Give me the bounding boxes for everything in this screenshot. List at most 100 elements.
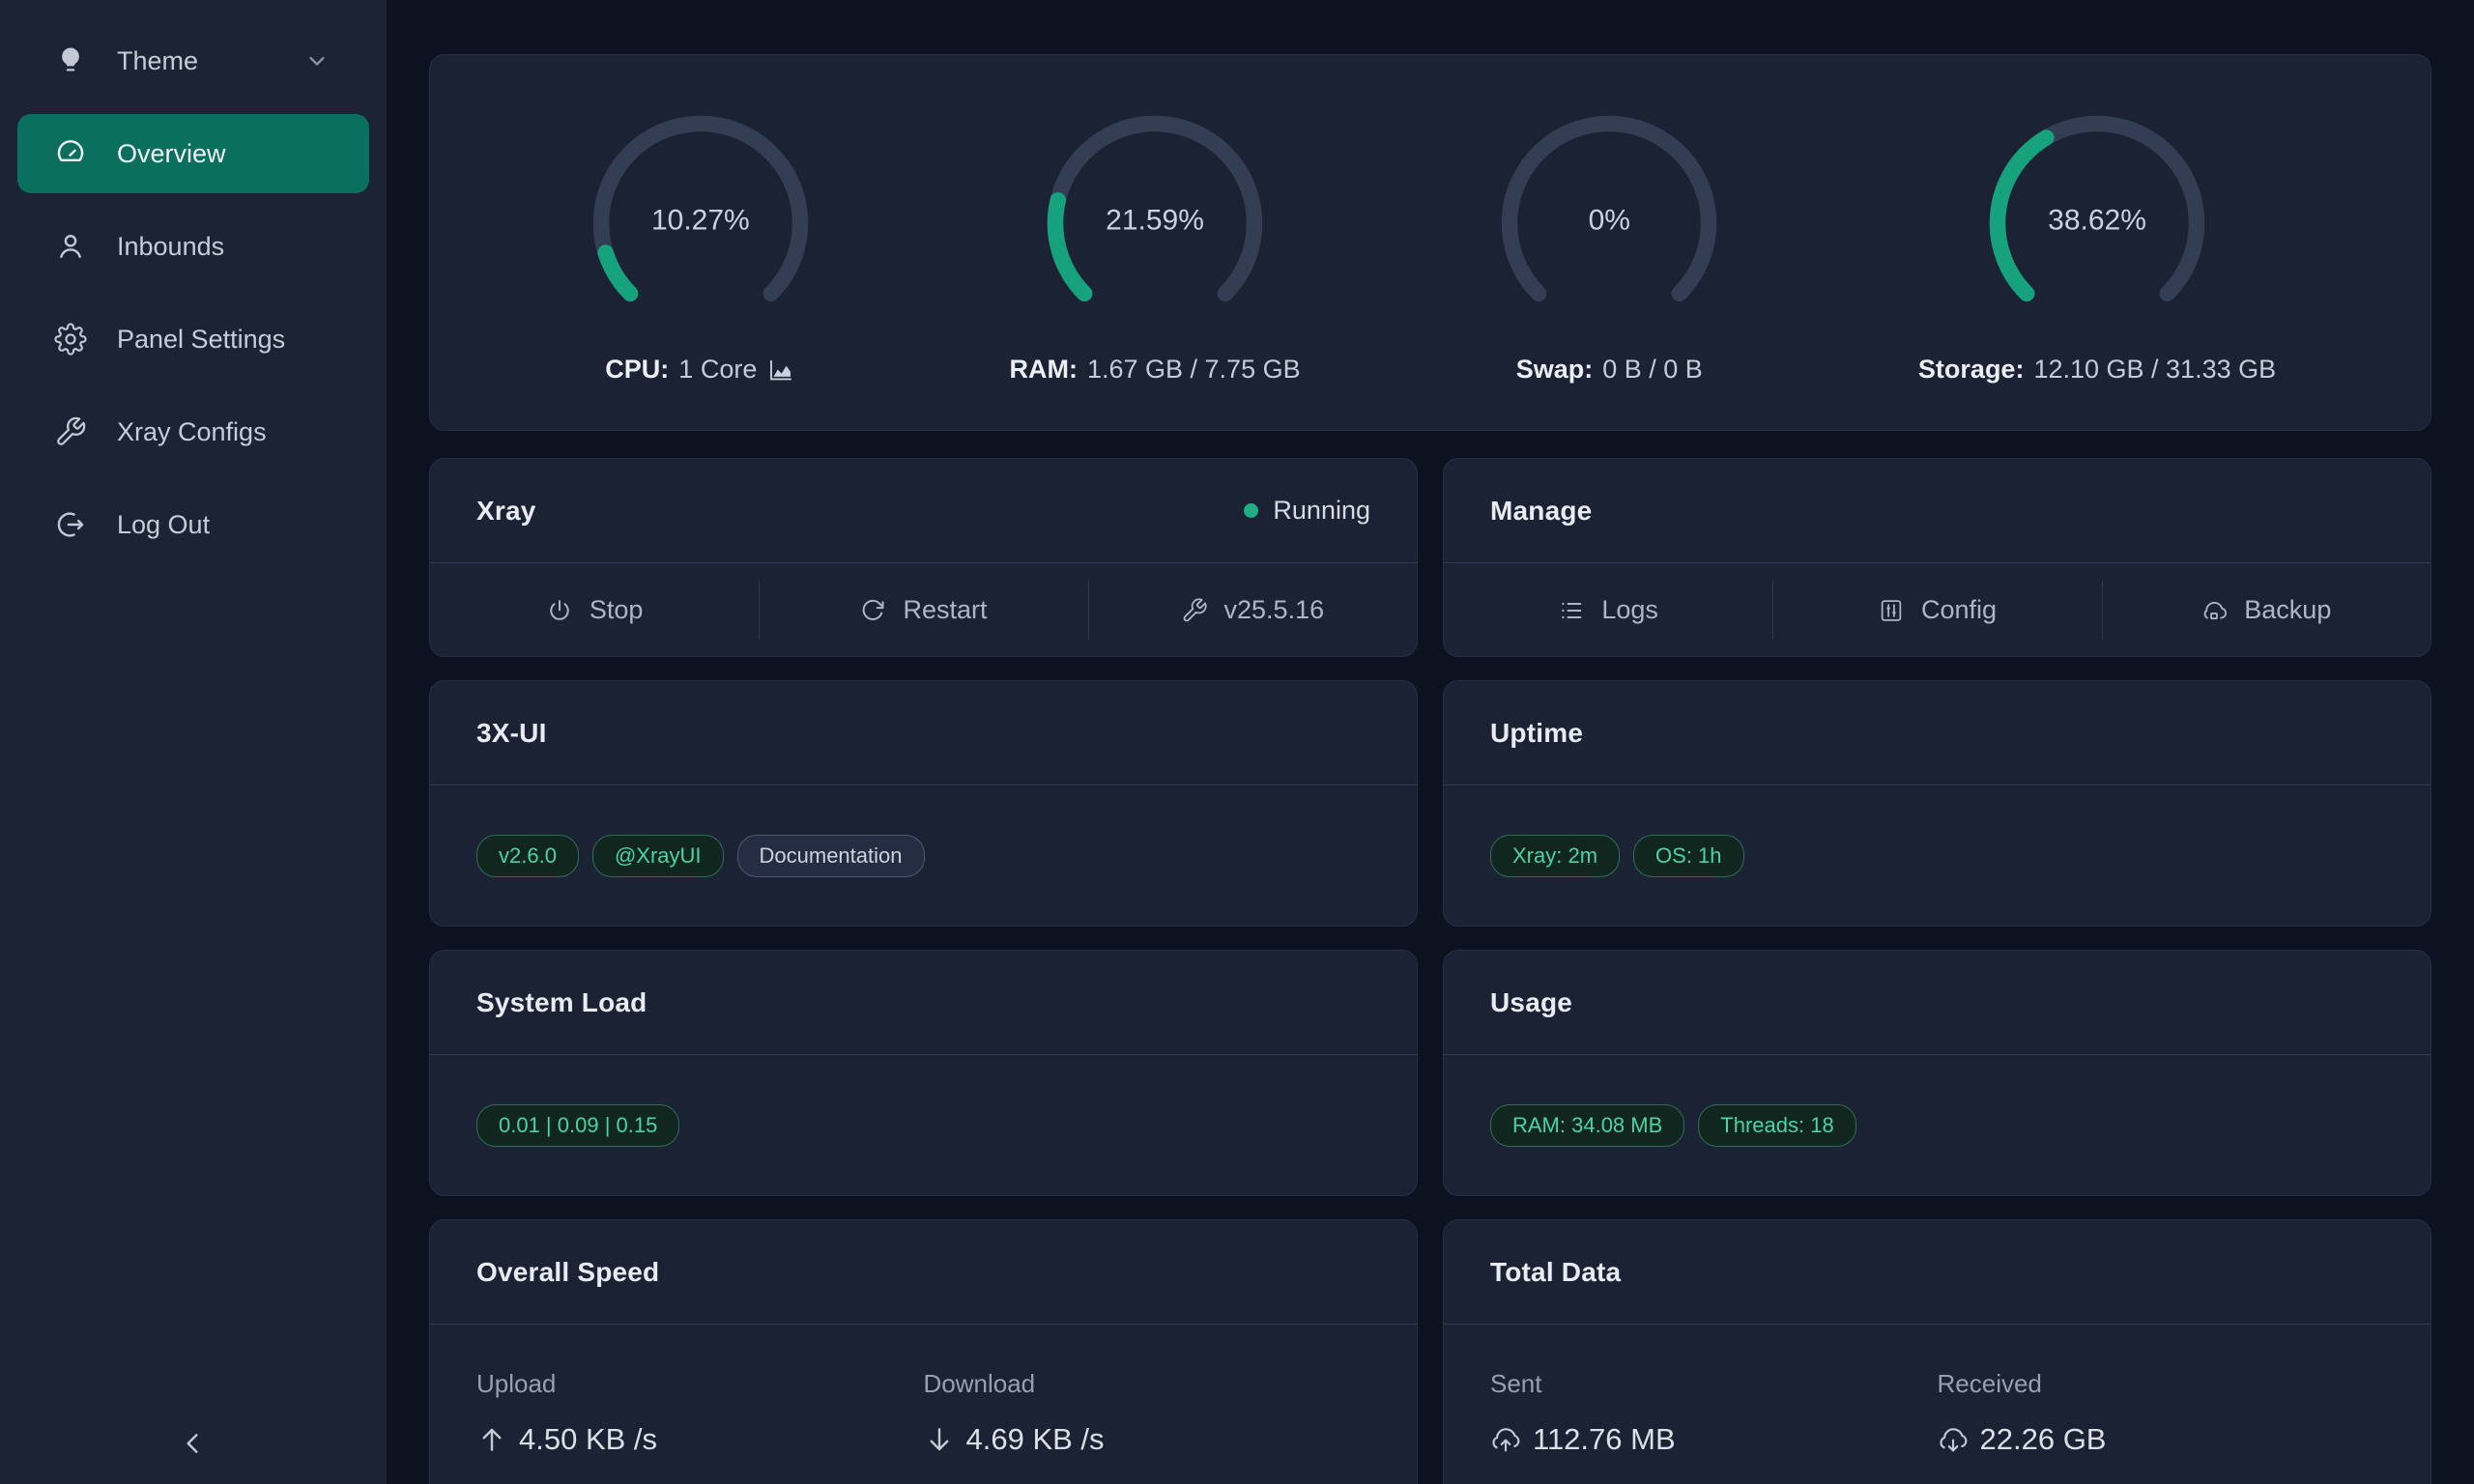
wrench-icon: [54, 415, 87, 448]
gauge-percent: 21.59%: [1039, 204, 1271, 237]
gauge-percent: 10.27%: [585, 204, 817, 237]
cloud-save-icon: [2201, 597, 2228, 624]
xray-card: Xray Running Stop Restart v25.5.16: [429, 458, 1418, 657]
gauge-label: RAM: 1.67 GB / 7.75 GB: [1009, 355, 1300, 385]
gauge-dial: 21.59%: [1039, 107, 1271, 339]
manage-logs-button[interactable]: Logs: [1444, 563, 1772, 657]
tag-documentation[interactable]: Documentation: [737, 835, 925, 877]
gauge-dial: 10.27%: [585, 107, 817, 339]
action-label: Logs: [1601, 595, 1658, 625]
three-x-ui-tags: v2.6.0 @XrayUI Documentation: [430, 785, 1417, 927]
gauges-row: 10.27% CPU: 1 Core 21.59% RAM: 1.67 GB / 7.…: [430, 55, 2431, 385]
overall-speed-card: Overall Speed Upload 4.50 KB /sDownload4.…: [429, 1219, 1418, 1484]
tag-ram-34-08-mb: RAM: 34.08 MB: [1490, 1104, 1684, 1147]
arrow-up-icon: [476, 1424, 507, 1455]
action-label: Restart: [903, 595, 987, 625]
stat-received: Received 22.26 GB: [1938, 1369, 2385, 1457]
stat-label: Sent: [1490, 1369, 1938, 1399]
gauge-cpu: 10.27% CPU: 1 Core: [585, 107, 817, 385]
gauge-storage: 38.62%Storage: 12.10 GB / 31.33 GB: [1918, 107, 2276, 385]
status-dot-icon: [1244, 503, 1258, 518]
action-label: Stop: [590, 595, 644, 625]
gauge-dial: 38.62%: [1981, 107, 2213, 339]
wrench-icon: [1181, 597, 1208, 624]
overall-speed-card-title: Overall Speed: [476, 1257, 659, 1288]
manage-actions-row: Logs Config Backup: [1444, 563, 2431, 657]
stat-value: 4.69 KB /s: [924, 1422, 1371, 1457]
sidebar-item-label: Theme: [117, 46, 303, 76]
gauge-percent: 38.62%: [1981, 204, 2213, 237]
three-x-ui-card-title: 3X-UI: [476, 718, 547, 749]
xray-card-header: Xray Running: [430, 459, 1417, 563]
arrow-down-icon: [924, 1424, 955, 1455]
gauge-swap: 0% Swap: 0 B / 0 B: [1493, 107, 1725, 385]
gauge-percent: 0%: [1493, 204, 1725, 237]
action-label: v25.5.16: [1224, 595, 1325, 625]
tag-0-01-0-09-0-15: 0.01 | 0.09 | 0.15: [476, 1104, 679, 1147]
sidebar-item-label: Overview: [117, 139, 331, 169]
restart-icon: [859, 597, 886, 624]
tag-v2-6-0[interactable]: v2.6.0: [476, 835, 579, 877]
sidebar-item-panel-settings[interactable]: Panel Settings: [17, 300, 369, 379]
gauge-label: CPU: 1 Core: [605, 355, 795, 385]
action-label: Backup: [2244, 595, 2331, 625]
main-content: 10.27% CPU: 1 Core 21.59% RAM: 1.67 GB / 7.…: [387, 0, 2474, 1484]
overall-speed-card-header: Overall Speed: [430, 1220, 1417, 1325]
usage-card: Usage RAM: 34.08 MB Threads: 18: [1443, 950, 2431, 1196]
uptime-tags: Xray: 2m OS: 1h: [1444, 785, 2431, 927]
sidebar-item-inbounds[interactable]: Inbounds: [17, 207, 369, 286]
cloud-download-icon: [1938, 1424, 1969, 1455]
sidebar-item-theme[interactable]: Theme: [17, 21, 369, 100]
uptime-card-header: Uptime: [1444, 681, 2431, 785]
uptime-card-title: Uptime: [1490, 718, 1583, 749]
system-load-card-header: System Load: [430, 951, 1417, 1055]
sidebar-item-label: Panel Settings: [117, 325, 331, 355]
total-data-card: Total Data Sent 112.76 MBReceived 22.26 GB: [1443, 1219, 2431, 1484]
stat-value: 22.26 GB: [1938, 1422, 2385, 1457]
stat-label: Upload: [476, 1369, 924, 1399]
usage-card-title: Usage: [1490, 987, 1572, 1018]
overall-speed-stats: Upload 4.50 KB /sDownload4.69 KB /s: [430, 1325, 1417, 1457]
sliders-icon: [1878, 597, 1905, 624]
manage-card-title: Manage: [1490, 496, 1592, 527]
uptime-card: Uptime Xray: 2m OS: 1h: [1443, 680, 2431, 927]
system-load-card-title: System Load: [476, 987, 647, 1018]
tag-xrayui[interactable]: @XrayUI: [592, 835, 724, 877]
tag-xray-2m: Xray: 2m: [1490, 835, 1620, 877]
user-icon: [54, 230, 87, 263]
sidebar-item-log-out[interactable]: Log Out: [17, 485, 369, 564]
sidebar-item-xray-configs[interactable]: Xray Configs: [17, 392, 369, 471]
gauge-label: Swap: 0 B / 0 B: [1516, 355, 1703, 385]
xray-v25-5-16-button[interactable]: v25.5.16: [1088, 563, 1417, 657]
stat-value: 4.50 KB /s: [476, 1422, 924, 1457]
gauge-dial: 0%: [1493, 107, 1725, 339]
three-x-ui-card: 3X-UI v2.6.0 @XrayUI Documentation: [429, 680, 1418, 927]
usage-card-header: Usage: [1444, 951, 2431, 1055]
total-data-card-header: Total Data: [1444, 1220, 2431, 1325]
xray-stop-button[interactable]: Stop: [430, 563, 759, 657]
total-data-stats: Sent 112.76 MBReceived 22.26 GB: [1444, 1325, 2431, 1457]
manage-backup-button[interactable]: Backup: [2102, 563, 2431, 657]
manage-card: Manage Logs Config Backup: [1443, 458, 2431, 657]
stat-label: Received: [1938, 1369, 2385, 1399]
manage-config-button[interactable]: Config: [1772, 563, 2101, 657]
tag-threads-18: Threads: 18: [1698, 1104, 1856, 1147]
sidebar: Theme Overview Inbounds Panel Settings Xray …: [0, 0, 387, 1484]
sidebar-item-overview[interactable]: Overview: [17, 114, 369, 193]
xray-card-title: Xray: [476, 496, 536, 527]
tag-os-1h: OS: 1h: [1633, 835, 1743, 877]
cloud-upload-icon: [1490, 1424, 1521, 1455]
sidebar-item-label: Inbounds: [117, 232, 331, 262]
xray-status: Running: [1244, 496, 1370, 526]
stat-value: 112.76 MB: [1490, 1422, 1938, 1457]
sidebar-nav: Theme Overview Inbounds Panel Settings Xray …: [0, 21, 387, 564]
xray-restart-button[interactable]: Restart: [759, 563, 1087, 657]
system-load-card: System Load 0.01 | 0.09 | 0.15: [429, 950, 1418, 1196]
sidebar-collapse-button[interactable]: [170, 1420, 216, 1467]
stat-download: Download4.69 KB /s: [924, 1369, 1371, 1457]
gauge-icon: [54, 137, 87, 170]
usage-tags: RAM: 34.08 MB Threads: 18: [1444, 1055, 2431, 1196]
xray-actions-row: Stop Restart v25.5.16: [430, 563, 1417, 657]
area-chart-icon[interactable]: [766, 356, 795, 385]
gauge-ram: 21.59% RAM: 1.67 GB / 7.75 GB: [1009, 107, 1300, 385]
